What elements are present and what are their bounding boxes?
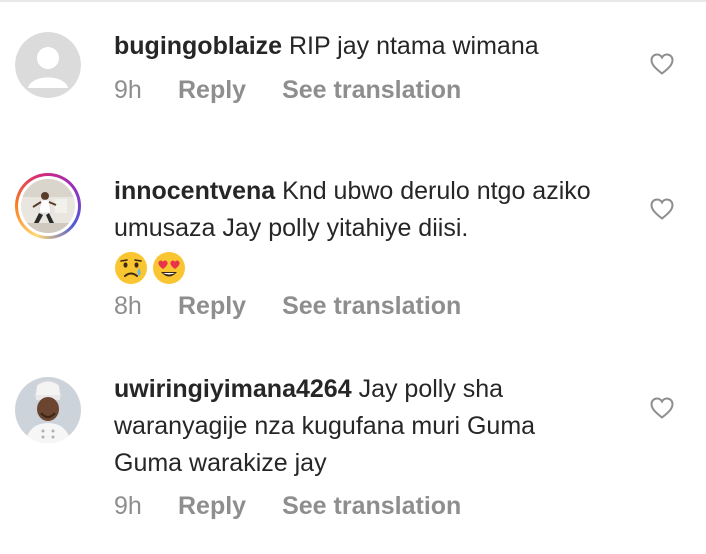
- comment-username[interactable]: innocentvena: [114, 177, 275, 205]
- reply-button[interactable]: Reply: [178, 292, 246, 321]
- comment-meta: 8h Reply See translation: [114, 289, 461, 323]
- see-translation-button[interactable]: See translation: [282, 76, 461, 105]
- reply-button[interactable]: Reply: [178, 492, 246, 521]
- user-photo-avatar: [15, 377, 81, 443]
- comment-text: innocentvena Knd ubwo derulo ntgo aziko …: [114, 173, 604, 287]
- avatar[interactable]: [15, 377, 81, 443]
- user-photo-avatar: [21, 179, 75, 233]
- reply-button[interactable]: Reply: [178, 76, 246, 105]
- comment-text: bugingoblaize RIP jay ntama wimana: [114, 28, 604, 65]
- heart-icon[interactable]: [650, 397, 674, 419]
- comment-body: RIP jay ntama wimana: [289, 32, 539, 60]
- comment-time: 9h: [114, 491, 142, 520]
- crying-face-emoji: [115, 252, 147, 284]
- comment-username[interactable]: bugingoblaize: [114, 32, 282, 60]
- comment-time: 9h: [114, 75, 142, 104]
- avatar[interactable]: [15, 32, 81, 98]
- heart-icon[interactable]: [650, 198, 674, 220]
- comment-meta: 9h Reply See translation: [114, 489, 461, 523]
- heart-eyes-emoji: [153, 252, 185, 284]
- see-translation-button[interactable]: See translation: [282, 292, 461, 321]
- comment-text: uwiringiyimana4264 Jay polly sha waranya…: [114, 371, 604, 482]
- heart-icon[interactable]: [650, 53, 674, 75]
- comment-time: 8h: [114, 291, 142, 320]
- comment-meta: 9h Reply See translation: [114, 73, 461, 107]
- emoji-row: [114, 249, 604, 287]
- top-divider: [0, 0, 706, 2]
- avatar-photo: [21, 179, 75, 233]
- avatar[interactable]: [15, 173, 81, 239]
- default-avatar-icon: [15, 32, 81, 98]
- comment-username[interactable]: uwiringiyimana4264: [114, 375, 352, 403]
- see-translation-button[interactable]: See translation: [282, 492, 461, 521]
